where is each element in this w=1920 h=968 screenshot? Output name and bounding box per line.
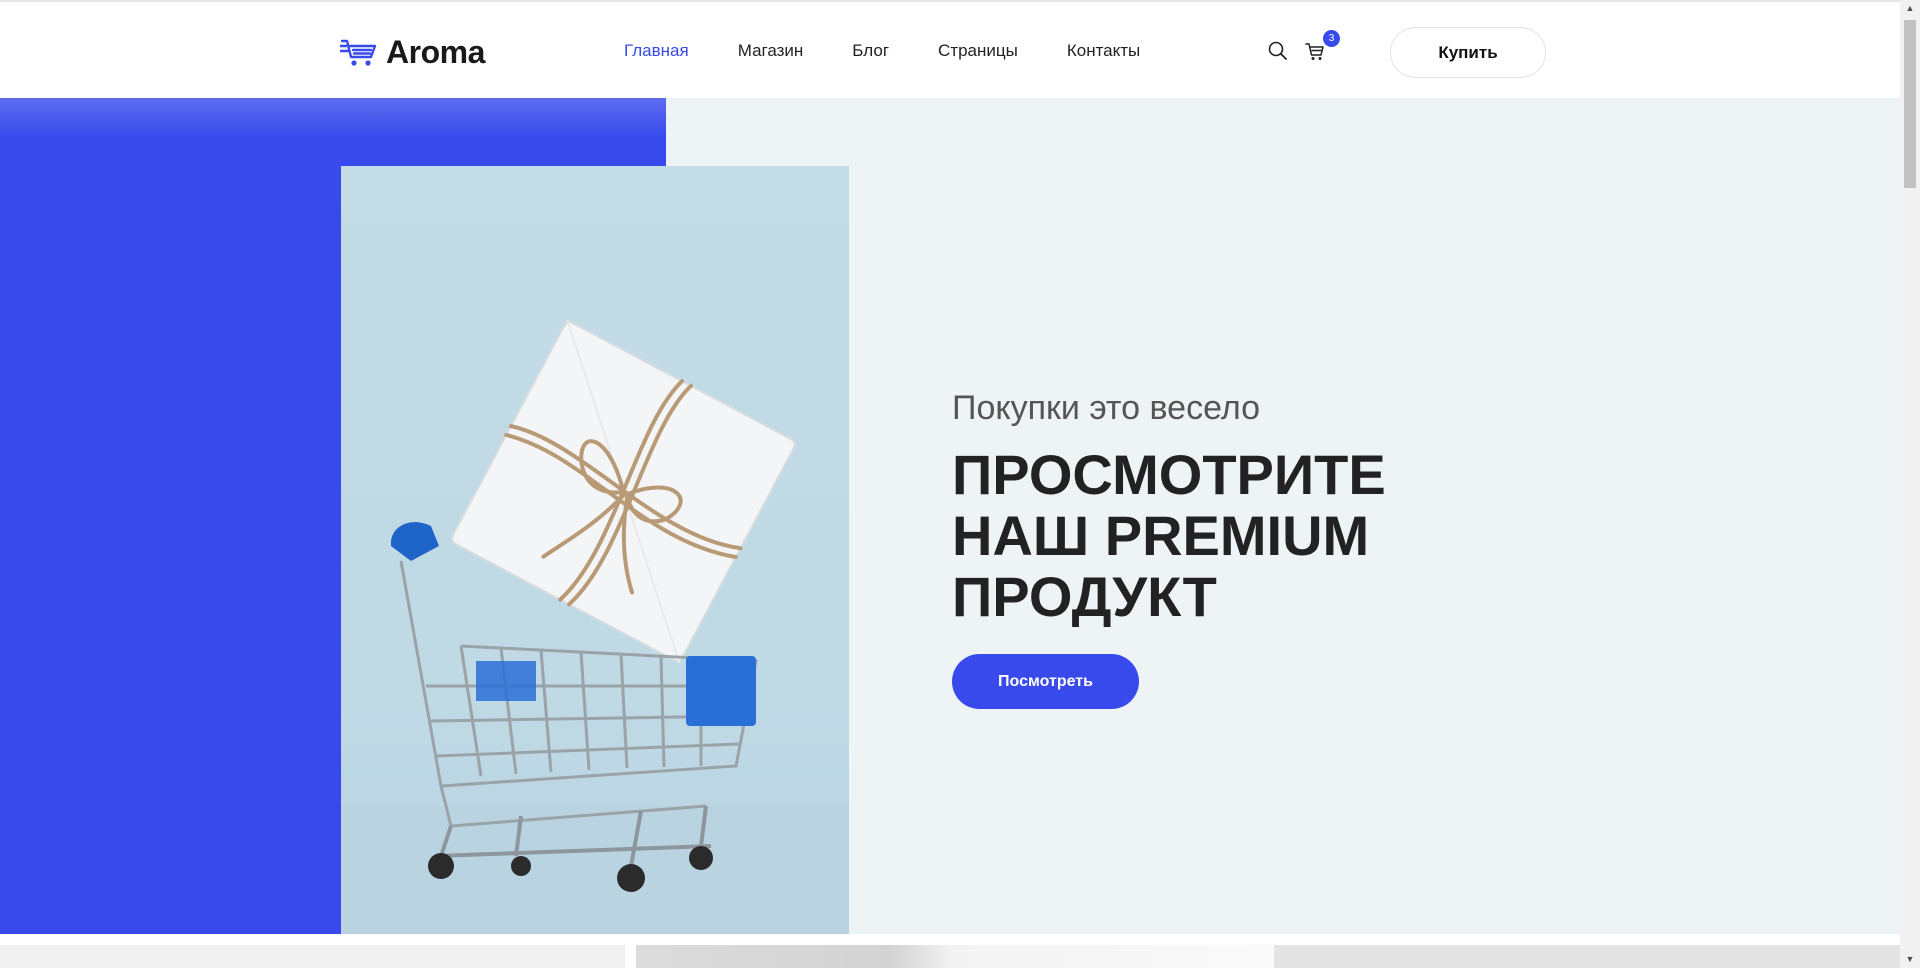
scroll-thumb[interactable] (1904, 20, 1916, 188)
logo[interactable]: Aroma (340, 34, 485, 71)
nav-item-shop[interactable]: Магазин (738, 41, 804, 61)
cart-icon (1305, 43, 1324, 60)
main-nav: Главная Магазин Блог Страницы Контакты (624, 41, 1140, 61)
hero-title-line: НАШ PREMIUM (952, 504, 1370, 567)
hero-product-image (341, 166, 849, 934)
scroll-up-icon[interactable]: ▲ (1900, 0, 1920, 17)
hero-title-line: ПРОСМОТРИТЕ (952, 443, 1386, 506)
nav-item-home[interactable]: Главная (624, 41, 689, 61)
cart-logo-icon (340, 39, 377, 66)
site-header: Aroma Главная Магазин Блог Страницы Конт… (0, 0, 1900, 98)
buy-button[interactable]: Купить (1390, 27, 1546, 78)
category-card[interactable] (0, 945, 625, 968)
page-scrollbar[interactable]: ▲ ▼ (1900, 0, 1920, 968)
shopping-cart-gift-illustration (341, 319, 849, 934)
nav-item-pages[interactable]: Страницы (938, 41, 1018, 61)
cart-button[interactable]: 3 (1305, 30, 1341, 66)
hero-title-line: ПРОДУКТ (952, 565, 1217, 628)
category-card[interactable] (1274, 945, 1900, 968)
category-card[interactable] (636, 945, 1273, 968)
nav-item-contacts[interactable]: Контакты (1067, 41, 1140, 61)
nav-item-blog[interactable]: Блог (852, 41, 889, 61)
scroll-down-icon[interactable]: ▼ (1900, 951, 1920, 968)
view-button[interactable]: Посмотреть (952, 654, 1139, 709)
logo-text: Aroma (386, 34, 485, 70)
cart-count-badge: 3 (1323, 30, 1340, 47)
search-icon[interactable] (1267, 40, 1289, 62)
hero-subtitle: Покупки это весело (952, 389, 1260, 427)
hero-title: ПРОСМОТРИТЕ НАШ PREMIUM ПРОДУКТ (952, 444, 1432, 627)
